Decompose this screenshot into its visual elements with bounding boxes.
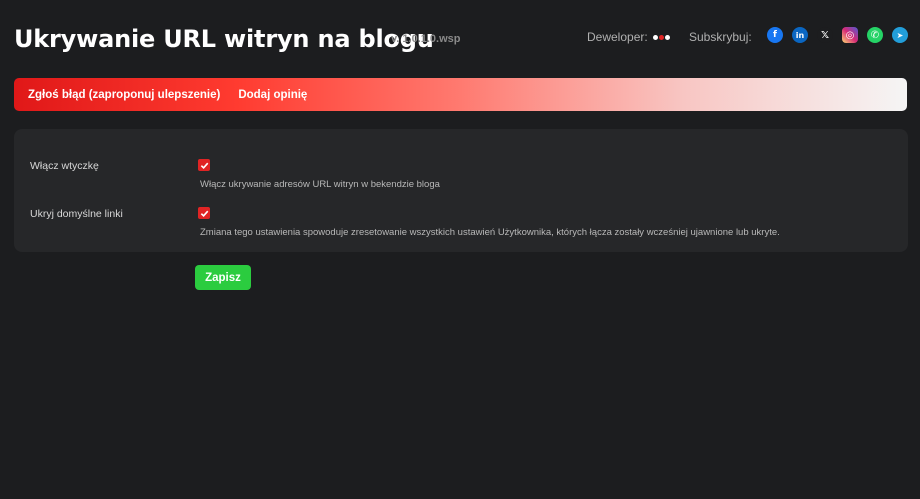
checkmark-icon [200, 210, 208, 217]
checkmark-icon [200, 162, 208, 169]
social-links: f in 𝕏 ◎ ✆ ➤ [767, 27, 912, 43]
version-label: v. 1.0.1.0.wsp [391, 33, 461, 45]
enable-plugin-checkbox[interactable] [198, 159, 210, 171]
telegram-icon[interactable]: ➤ [892, 27, 908, 43]
page-header: Ukrywanie URL witryn na blogu v. 1.0.1.0… [14, 0, 908, 78]
setting-description-hide-default-links: Zmiana tego ustawienia spowoduje zreseto… [200, 227, 780, 238]
instagram-icon[interactable]: ◎ [842, 27, 858, 43]
subscribe-label: Subskrybuj: [689, 30, 752, 44]
whatsapp-icon[interactable]: ✆ [867, 27, 883, 43]
x-twitter-icon[interactable]: 𝕏 [817, 27, 833, 43]
developer-logo-icon[interactable] [652, 34, 670, 40]
setting-description-enable-plugin: Włącz ukrywanie adresów URL witryn w bek… [200, 179, 440, 190]
report-bug-link[interactable]: Zgłoś błąd (zaproponuj ulepszenie) [28, 89, 220, 101]
page-title: Ukrywanie URL witryn na blogu [14, 25, 434, 53]
action-banner: Zgłoś błąd (zaproponuj ulepszenie) Dodaj… [14, 78, 907, 111]
developer-info: Deweloper: [587, 30, 670, 44]
setting-label-hide-default-links: Ukryj domyślne linki [30, 208, 123, 220]
setting-label-enable-plugin: Włącz wtyczkę [30, 160, 99, 172]
facebook-icon[interactable]: f [767, 27, 783, 43]
hide-default-links-checkbox[interactable] [198, 207, 210, 219]
developer-label: Deweloper: [587, 30, 648, 44]
save-button[interactable]: Zapisz [195, 265, 251, 290]
settings-panel: Włącz wtyczkę Włącz ukrywanie adresów UR… [14, 129, 908, 252]
linkedin-icon[interactable]: in [792, 27, 808, 43]
add-review-link[interactable]: Dodaj opinię [238, 89, 307, 101]
